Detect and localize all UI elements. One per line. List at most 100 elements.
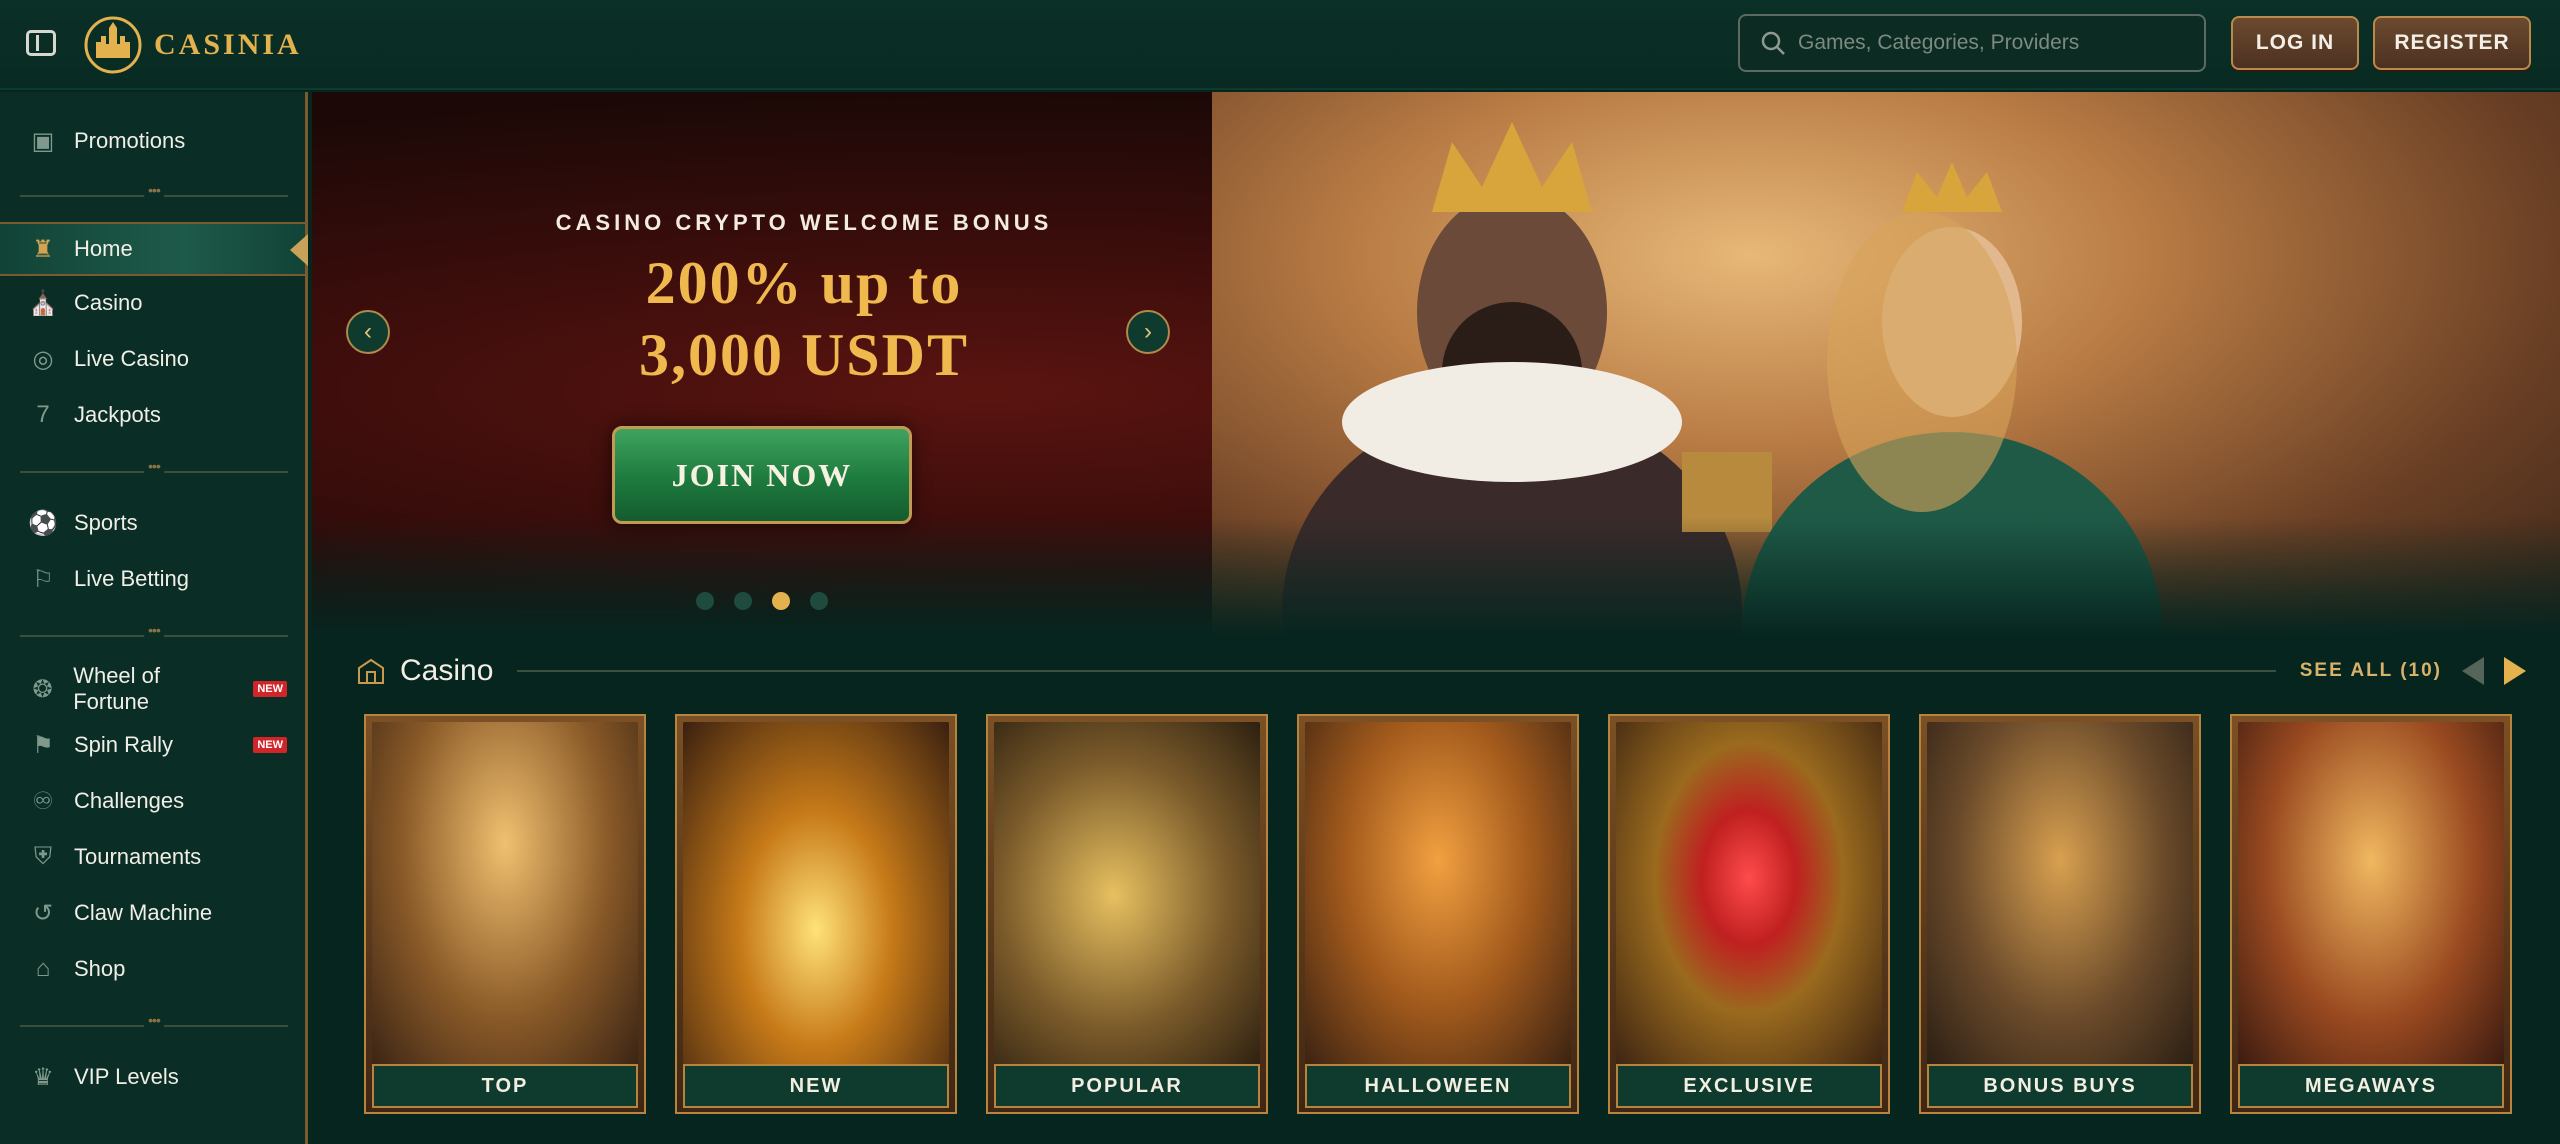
bell-icon: ♾ bbox=[32, 787, 54, 815]
card-artwork bbox=[2238, 722, 2504, 1068]
hero-title-line: 3,000 USDT bbox=[638, 322, 970, 388]
section-divider bbox=[517, 670, 2276, 672]
card-artwork bbox=[994, 722, 1260, 1068]
logo[interactable]: CASINIA bbox=[84, 10, 302, 80]
register-button[interactable]: REGISTER bbox=[2373, 16, 2531, 70]
carousel-dots bbox=[696, 592, 828, 610]
card-label: EXCLUSIVE bbox=[1616, 1064, 1882, 1108]
login-button[interactable]: LOG IN bbox=[2231, 16, 2359, 70]
card-artwork bbox=[1305, 722, 1571, 1068]
scroll-right-icon[interactable] bbox=[2504, 657, 2526, 685]
sidebar-item-label: Casino bbox=[74, 290, 143, 315]
gift-box-icon: ▣ bbox=[31, 127, 55, 155]
sidebar-item-sports[interactable]: ⚽ Sports bbox=[0, 496, 305, 550]
sidebar-item-wheel-of-fortune[interactable]: ❂ Wheel of Fortune NEW bbox=[0, 662, 305, 716]
hero-next-button[interactable]: › bbox=[1126, 310, 1170, 354]
section-title: Casino bbox=[400, 654, 494, 687]
hero-title: 200% up to 3,000 USDT bbox=[502, 247, 1106, 391]
new-badge: NEW bbox=[253, 681, 287, 697]
sidebar-item-claw-machine[interactable]: ↺ Claw Machine bbox=[0, 886, 305, 940]
casino-building-icon: ⛪ bbox=[28, 289, 58, 317]
claw-icon: ↺ bbox=[32, 899, 54, 927]
hero-fade bbox=[312, 517, 2560, 637]
hero-banner[interactable]: ‹ › CASINO CRYPTO WELCOME BONUS 200% up … bbox=[312, 92, 2560, 637]
sidebar-item-label: Spin Rally bbox=[74, 732, 174, 757]
sidebar-item-label: Wheel of Fortune bbox=[73, 663, 161, 714]
flag-icon: ⚑ bbox=[32, 731, 54, 759]
category-card-top[interactable]: TOP bbox=[364, 714, 646, 1114]
top-bar: CASINIA LOG IN REGISTER bbox=[0, 0, 2560, 90]
hero-prev-button[interactable]: ‹ bbox=[346, 310, 390, 354]
wheel-icon: ❂ bbox=[32, 675, 53, 703]
scroll-left-icon[interactable] bbox=[2462, 657, 2484, 685]
join-now-button[interactable]: JOIN NOW bbox=[612, 426, 912, 524]
casino-building-icon bbox=[358, 658, 384, 684]
sidebar-item-label: Home bbox=[74, 236, 133, 261]
card-artwork bbox=[683, 722, 949, 1068]
sidebar-item-label: Tournaments bbox=[74, 844, 202, 869]
carousel-dot[interactable] bbox=[810, 592, 828, 610]
sidebar-item-spin-rally[interactable]: ⚑ Spin Rally NEW bbox=[0, 718, 305, 772]
sidebar-item-live-betting[interactable]: ⚐ Live Betting bbox=[0, 552, 305, 606]
search-input[interactable] bbox=[1798, 31, 2178, 55]
sidebar-item-live-casino[interactable]: ◎ Live Casino bbox=[0, 332, 305, 386]
sidebar-item-shop[interactable]: ⌂ Shop bbox=[0, 942, 305, 996]
search-icon bbox=[1761, 31, 1785, 55]
card-artwork bbox=[372, 722, 638, 1068]
crown-icon: ♛ bbox=[32, 1063, 54, 1091]
sidebar-toggle-icon[interactable] bbox=[26, 30, 56, 56]
category-card-new[interactable]: NEW bbox=[675, 714, 957, 1114]
sidebar-item-challenges[interactable]: ♾ Challenges bbox=[0, 774, 305, 828]
sidebar-item-label: Challenges bbox=[74, 788, 185, 813]
category-card-megaways[interactable]: MEGAWAYS bbox=[2230, 714, 2512, 1114]
card-label: TOP bbox=[372, 1064, 638, 1108]
sidebar-item-label: VIP Levels bbox=[74, 1064, 179, 1089]
sidebar-divider bbox=[20, 466, 288, 478]
hero-subtitle: CASINO CRYPTO WELCOME BONUS bbox=[555, 210, 1053, 235]
card-label: NEW bbox=[683, 1064, 949, 1108]
card-label: HALLOWEEN bbox=[1305, 1064, 1571, 1108]
sidebar-item-label: Promotions bbox=[74, 128, 186, 153]
category-cards: TOP NEW POPULAR HALLOWEEN EXCLUSIVE BONU… bbox=[364, 714, 2524, 1114]
carousel-dot[interactable] bbox=[696, 592, 714, 610]
sidebar-divider bbox=[20, 630, 288, 642]
sidebar-item-label: Live Betting bbox=[74, 566, 189, 591]
sidebar: ▣ Promotions ♜ Home ⛪ Casino ◎ Live Casi… bbox=[0, 92, 308, 1144]
hero-title-line: 200% up to bbox=[645, 250, 963, 316]
sidebar-divider bbox=[20, 1020, 288, 1032]
sidebar-item-promotions[interactable]: ▣ Promotions bbox=[0, 114, 305, 168]
card-label: MEGAWAYS bbox=[2238, 1064, 2504, 1108]
shop-icon: ⌂ bbox=[35, 955, 51, 982]
card-label: BONUS BUYS bbox=[1927, 1064, 2193, 1108]
sidebar-item-vip-levels[interactable]: ♛ VIP Levels bbox=[0, 1050, 305, 1104]
card-label: POPULAR bbox=[994, 1064, 1260, 1108]
sidebar-item-label: Jackpots bbox=[74, 402, 161, 427]
sidebar-item-jackpots[interactable]: 7 Jackpots bbox=[0, 388, 305, 442]
sidebar-item-label: Sports bbox=[74, 510, 138, 535]
search-box[interactable] bbox=[1738, 14, 2206, 72]
sidebar-item-tournaments[interactable]: ⛨ Tournaments bbox=[0, 830, 305, 884]
new-badge: NEW bbox=[253, 737, 287, 753]
chevron-left-icon: ‹ bbox=[364, 318, 372, 345]
sidebar-item-casino[interactable]: ⛪ Casino bbox=[0, 276, 305, 330]
castle-logo-icon bbox=[84, 16, 142, 74]
carousel-dot-active[interactable] bbox=[772, 592, 790, 610]
casino-section-header: Casino SEE ALL (10) bbox=[356, 648, 2526, 694]
sidebar-divider bbox=[20, 190, 288, 202]
active-indicator bbox=[290, 234, 308, 266]
sidebar-item-label: Live Casino bbox=[74, 346, 189, 371]
trophy-icon: ⛨ bbox=[34, 843, 52, 870]
card-artwork bbox=[1616, 722, 1882, 1068]
category-card-popular[interactable]: POPULAR bbox=[986, 714, 1268, 1114]
soccer-ball-icon: ⚽ bbox=[28, 509, 58, 537]
see-all-link[interactable]: SEE ALL (10) bbox=[2300, 660, 2442, 682]
carousel-dot[interactable] bbox=[734, 592, 752, 610]
category-card-bonus-buys[interactable]: BONUS BUYS bbox=[1919, 714, 2201, 1114]
banner-icon: ⚐ bbox=[32, 565, 54, 593]
roulette-icon: ◎ bbox=[32, 345, 54, 373]
castle-icon: ♜ bbox=[32, 235, 54, 263]
card-artwork bbox=[1927, 722, 2193, 1068]
sidebar-item-home[interactable]: ♜ Home bbox=[0, 222, 308, 276]
category-card-halloween[interactable]: HALLOWEEN bbox=[1297, 714, 1579, 1114]
category-card-exclusive[interactable]: EXCLUSIVE bbox=[1608, 714, 1890, 1114]
